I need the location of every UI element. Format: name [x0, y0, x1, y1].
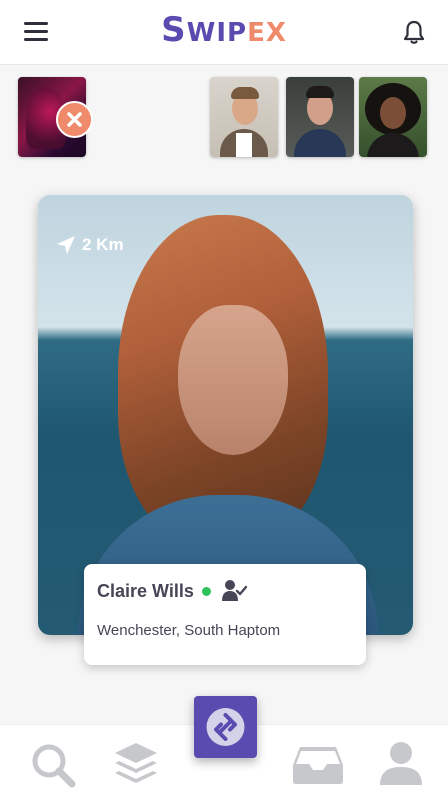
distance-text: 2 Km: [82, 235, 124, 254]
logo-letter: I: [216, 18, 227, 48]
logo-letter: W: [186, 18, 217, 48]
story-avatar-man-1[interactable]: [210, 77, 278, 157]
close-icon: [67, 112, 82, 127]
user-check-icon: [222, 580, 248, 601]
profile-location: Wenchester, South Haptom: [97, 622, 281, 639]
online-status-dot: [202, 587, 211, 596]
logo-letter: X: [265, 18, 287, 48]
swipex-logo: SWIPEX: [0, 10, 448, 50]
remove-story-button[interactable]: [56, 101, 93, 138]
story-avatar-man-2[interactable]: [286, 77, 354, 157]
search-icon[interactable]: [30, 742, 76, 788]
profile-photo-face: [178, 305, 288, 455]
profile-name: Claire Wills: [97, 581, 194, 601]
user-icon[interactable]: [380, 742, 422, 786]
location-arrow-icon: [57, 236, 75, 254]
bell-icon[interactable]: [402, 20, 426, 46]
layers-icon[interactable]: [112, 740, 160, 788]
swipex-center-button[interactable]: [194, 696, 257, 758]
story-avatar-woman-1[interactable]: [359, 77, 427, 157]
inbox-icon[interactable]: [292, 745, 344, 785]
swipex-icon: [206, 708, 245, 746]
distance-badge: 2 Km: [56, 235, 124, 255]
app-header: SWIPEX: [0, 0, 448, 65]
profile-info-card[interactable]: Claire Wills Wenchester, South Haptom: [84, 564, 366, 665]
logo-letter: P: [227, 18, 248, 48]
logo-letter: E: [247, 18, 266, 48]
logo-letter: S: [161, 10, 187, 50]
